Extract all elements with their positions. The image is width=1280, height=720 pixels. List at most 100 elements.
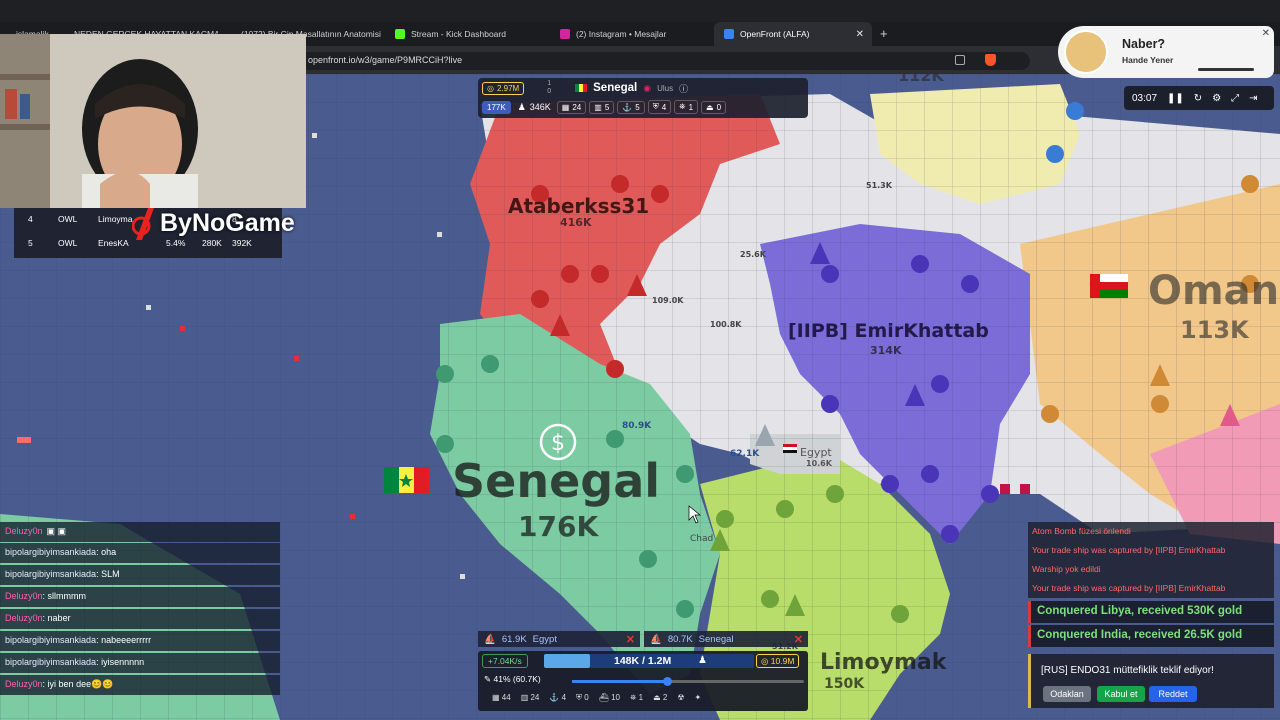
city-marker[interactable] bbox=[716, 510, 734, 528]
attack-label: 109.0K bbox=[652, 296, 684, 305]
city-marker[interactable] bbox=[611, 175, 629, 193]
city-marker[interactable] bbox=[911, 255, 929, 273]
city-marker[interactable] bbox=[931, 375, 949, 393]
slider-knob[interactable] bbox=[663, 677, 673, 686]
port-count: ⚓ 5 bbox=[617, 100, 645, 114]
city-marker[interactable] bbox=[981, 485, 999, 503]
cancel-attack-icon[interactable]: ✕ bbox=[794, 633, 803, 646]
close-tab-icon[interactable]: ✕ bbox=[856, 29, 864, 40]
pause-icon[interactable]: ❚❚ bbox=[1167, 93, 1184, 104]
close-icon[interactable]: ✕ bbox=[1262, 28, 1270, 39]
attack-target: Egypt bbox=[532, 633, 557, 645]
attack-target: Senegal bbox=[698, 633, 734, 645]
team-icon: ◉ bbox=[643, 82, 652, 93]
brave-shield-icon[interactable] bbox=[985, 54, 996, 66]
city-marker[interactable] bbox=[941, 525, 959, 543]
count: 4 bbox=[661, 102, 667, 112]
chat-message: bipolargibiyimsankiada: iyisennnnn bbox=[0, 653, 280, 673]
city-marker[interactable] bbox=[1241, 175, 1259, 193]
city-marker[interactable] bbox=[881, 475, 899, 493]
city-marker[interactable] bbox=[639, 550, 657, 568]
city-marker[interactable] bbox=[436, 365, 454, 383]
info-icon[interactable]: ⓘ bbox=[679, 82, 688, 95]
city-marker[interactable] bbox=[1066, 102, 1084, 120]
attack-chip[interactable]: ⛵ 80.7K Senegal ✕ bbox=[644, 631, 808, 647]
reject-alliance-button[interactable]: Reddet bbox=[1149, 686, 1197, 702]
egypt-map-label: Egypt bbox=[800, 446, 832, 459]
chat-username: Deluzy0n bbox=[5, 526, 43, 536]
city-marker[interactable] bbox=[826, 485, 844, 503]
city-marker[interactable] bbox=[821, 395, 839, 413]
city-marker[interactable] bbox=[761, 590, 779, 608]
album-art-icon bbox=[1064, 30, 1108, 74]
city-marker[interactable] bbox=[561, 265, 579, 283]
ratio-bottom: 0 bbox=[547, 88, 552, 95]
mirv-icon[interactable]: ✦ bbox=[694, 693, 701, 703]
anchor-icon: ⚓ bbox=[622, 102, 633, 112]
sam-count: ⏏ 2 bbox=[653, 693, 668, 702]
city-marker[interactable] bbox=[481, 355, 499, 373]
tab-kick[interactable]: Stream - Kick Dashboard bbox=[385, 22, 545, 46]
event-entry: Your trade ship was captured by [IIPB] E… bbox=[1032, 583, 1226, 593]
ataberk-map-label: Ataberkss31 bbox=[508, 194, 650, 218]
focus-button[interactable]: Odaklan bbox=[1043, 686, 1091, 702]
city-count: ▦ 24 bbox=[556, 100, 587, 114]
defense-count: ⛨ 0 bbox=[576, 693, 589, 702]
city-marker[interactable] bbox=[676, 465, 694, 483]
translate-icon[interactable] bbox=[955, 55, 965, 65]
chat-text: sllmmmm bbox=[47, 591, 87, 601]
city-marker[interactable] bbox=[606, 360, 624, 378]
chat-username: bipolargibiyimsankiada bbox=[5, 635, 97, 645]
factory-count: ▥ 24 bbox=[520, 693, 540, 702]
nuke-icon[interactable]: ☢ bbox=[677, 693, 684, 703]
event-log: Atom Bomb füzesi önlendi Your trade ship… bbox=[1028, 522, 1274, 598]
attack-chip[interactable]: ⛵ 61.9K Egypt ✕ bbox=[478, 631, 640, 647]
city-marker[interactable] bbox=[921, 465, 939, 483]
oman-map-label: Oman bbox=[1148, 268, 1280, 314]
new-tab-button[interactable]: + bbox=[880, 26, 888, 41]
screen: islamalik NEDEN GERÇEK HAYATTAN KAÇMAK (… bbox=[0, 0, 1280, 720]
ratio-stack: 10 bbox=[547, 80, 551, 96]
city-marker[interactable] bbox=[591, 265, 609, 283]
city-marker[interactable] bbox=[436, 435, 454, 453]
city-marker[interactable] bbox=[1041, 405, 1059, 423]
accept-alliance-button[interactable]: Kabul et bbox=[1097, 686, 1145, 702]
city-marker[interactable] bbox=[1151, 395, 1169, 413]
city-marker[interactable] bbox=[676, 600, 694, 618]
cancel-attack-icon[interactable]: ✕ bbox=[626, 633, 635, 646]
city-marker[interactable] bbox=[1046, 145, 1064, 163]
tab-openfront[interactable]: OpenFront (ALFA) ✕ bbox=[714, 22, 872, 46]
limoymak-troops-label: 150K bbox=[824, 676, 865, 692]
kick-icon bbox=[395, 29, 405, 39]
fullscreen-icon[interactable]: ⤢ bbox=[1231, 93, 1239, 104]
chat-message: bipolargibiyimsankiada: oha bbox=[0, 543, 280, 563]
city-marker[interactable] bbox=[606, 430, 624, 448]
city-marker[interactable] bbox=[891, 605, 909, 623]
gear-icon[interactable]: ⚙ bbox=[1212, 93, 1221, 104]
count: 10 bbox=[611, 693, 620, 702]
city-marker[interactable] bbox=[961, 275, 979, 293]
tab-label: OpenFront (ALFA) bbox=[740, 29, 810, 39]
gold-value: 10.9M bbox=[770, 656, 795, 666]
chat-message: bipolargibiyimsankiada: SLM bbox=[0, 565, 280, 585]
attack-ratio-slider[interactable] bbox=[572, 677, 804, 686]
max-troops-value: 346K bbox=[529, 102, 551, 112]
tab-instagram[interactable]: (2) Instagram • Mesajlar bbox=[550, 22, 710, 46]
city-marker[interactable] bbox=[821, 265, 839, 283]
chat-text: SLM bbox=[101, 569, 120, 579]
silo-count: ⛯ 1 bbox=[630, 693, 644, 702]
music-progress-bar[interactable] bbox=[1198, 68, 1254, 71]
city-marker[interactable] bbox=[651, 185, 669, 203]
restart-icon[interactable]: ↻ bbox=[1194, 93, 1202, 104]
url-field[interactable]: openfront.io/w3/game/P9MRCCiH?live bbox=[300, 52, 1030, 70]
emir-troops-label: 314K bbox=[870, 344, 902, 357]
chat-message: Deluzy0n: iyi ben dee😊😊 bbox=[0, 675, 280, 695]
city-marker[interactable] bbox=[531, 290, 549, 308]
now-playing-widget[interactable]: Naber? Hande Yener ✕ bbox=[1058, 26, 1274, 78]
chat-text: nabeeeerrrrr bbox=[101, 635, 152, 645]
slider-fill bbox=[572, 680, 668, 683]
city-marker[interactable] bbox=[776, 500, 794, 518]
chat-message: bipolargibiyimsankiada: nabeeeerrrrr bbox=[0, 631, 280, 651]
exit-icon[interactable]: ⇥ bbox=[1249, 93, 1257, 104]
oman-troops-label: 113K bbox=[1180, 316, 1249, 344]
